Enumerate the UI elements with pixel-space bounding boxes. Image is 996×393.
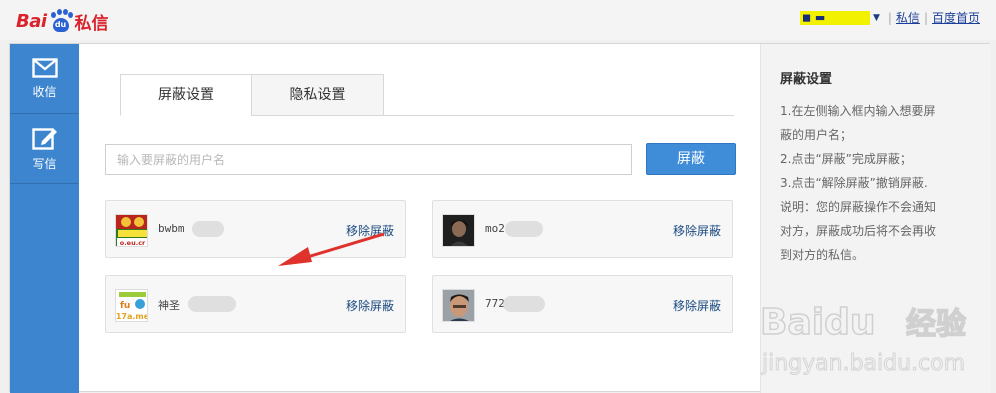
avatar <box>442 214 475 247</box>
logo-sixin-text: 私信 <box>74 13 109 34</box>
nav-inbox-label: 收信 <box>32 84 57 99</box>
help-line: 3.点击“解除屏蔽”撤销屏蔽. <box>780 176 928 190</box>
annotation-arrow-icon <box>278 232 385 266</box>
nav-inbox[interactable]: 收信 <box>10 44 79 114</box>
divider: | <box>887 10 892 25</box>
block-button[interactable]: 屏蔽 <box>646 143 736 175</box>
blocked-username: mo2 <box>485 222 505 235</box>
logo-du-text: du <box>52 18 69 32</box>
avatar <box>442 289 475 322</box>
left-nav: 收信 写信 <box>10 44 79 393</box>
username-input[interactable] <box>105 144 632 175</box>
remove-block-link[interactable]: 移除屏蔽 <box>346 297 394 314</box>
sixin-link[interactable]: 私信 <box>896 9 920 26</box>
baidu-home-link[interactable]: 百度首页 <box>932 9 980 26</box>
divider: | <box>923 10 928 25</box>
redaction-blur <box>192 221 224 237</box>
blocked-user-card: fu 17a.me 神圣 移除屏蔽 <box>105 275 406 333</box>
main-container: 收信 写信 屏蔽设置 隐私设置 屏蔽 <box>9 43 991 393</box>
remove-block-link[interactable]: 移除屏蔽 <box>673 297 721 314</box>
help-line: 1.在左侧输入框内输入想要屏 <box>780 104 936 118</box>
svg-text:17a.me: 17a.me <box>116 312 148 321</box>
avatar: o.eu.cr <box>115 214 148 247</box>
logo-text: Bai <box>16 10 47 32</box>
help-line: 2.点击“屏蔽”完成屏蔽； <box>780 152 912 166</box>
blocked-username: bwbm <box>158 222 185 235</box>
nav-compose-label: 写信 <box>32 156 57 171</box>
tab-privacy-settings[interactable]: 隐私设置 <box>251 74 384 116</box>
compose-icon <box>31 127 57 150</box>
remove-block-link[interactable]: 移除屏蔽 <box>673 222 721 239</box>
tab-block-settings[interactable]: 屏蔽设置 <box>120 74 252 116</box>
redaction-blur <box>503 296 545 312</box>
help-line: 蔽的用户名； <box>780 128 853 142</box>
blocked-user-card: mo2 移除屏蔽 <box>432 200 733 258</box>
username-link[interactable]: ◼ ▬ ■▬▬◼ <box>799 10 870 25</box>
top-nav: ◼ ▬ ■▬▬◼ ▼ | 私信 | 百度首页 <box>799 9 980 26</box>
svg-text:fu: fu <box>120 301 130 311</box>
baidu-sixin-logo[interactable]: Bai du 私信 <box>16 8 109 34</box>
blocked-user-card: 772 移除屏蔽 <box>432 275 733 333</box>
help-title: 屏蔽设置 <box>780 72 833 87</box>
chevron-down-icon[interactable]: ▼ <box>873 13 880 23</box>
blocked-username: 772 <box>485 297 505 310</box>
redaction-blur <box>505 221 543 237</box>
help-line: 说明：您的屏蔽操作不会通知 <box>780 200 937 214</box>
top-bar: Bai du 私信 ◼ ▬ ■▬▬◼ ▼ | 私信 | 百度首页 <box>0 0 996 40</box>
help-panel: 屏蔽设置 1.在左侧输入框内输入想要屏 蔽的用户名； 2.点击“屏蔽”完成屏蔽；… <box>760 44 991 393</box>
nav-compose[interactable]: 写信 <box>10 114 79 184</box>
redaction-blur <box>188 296 236 312</box>
content-area: 屏蔽设置 隐私设置 屏蔽 o.eu.cr bwbm 移除屏蔽 <box>79 44 760 393</box>
svg-text:o.eu.cr: o.eu.cr <box>120 239 146 247</box>
paw-icon: du <box>49 9 73 33</box>
tab-bar: 屏蔽设置 隐私设置 <box>120 74 734 116</box>
avatar: fu 17a.me <box>115 289 148 322</box>
envelope-icon <box>31 57 58 78</box>
help-line: 对方，屏蔽成功后将不会再收 <box>780 224 937 238</box>
help-line: 到对方的私信。 <box>780 248 865 262</box>
blocked-username: 神圣 <box>158 299 180 312</box>
